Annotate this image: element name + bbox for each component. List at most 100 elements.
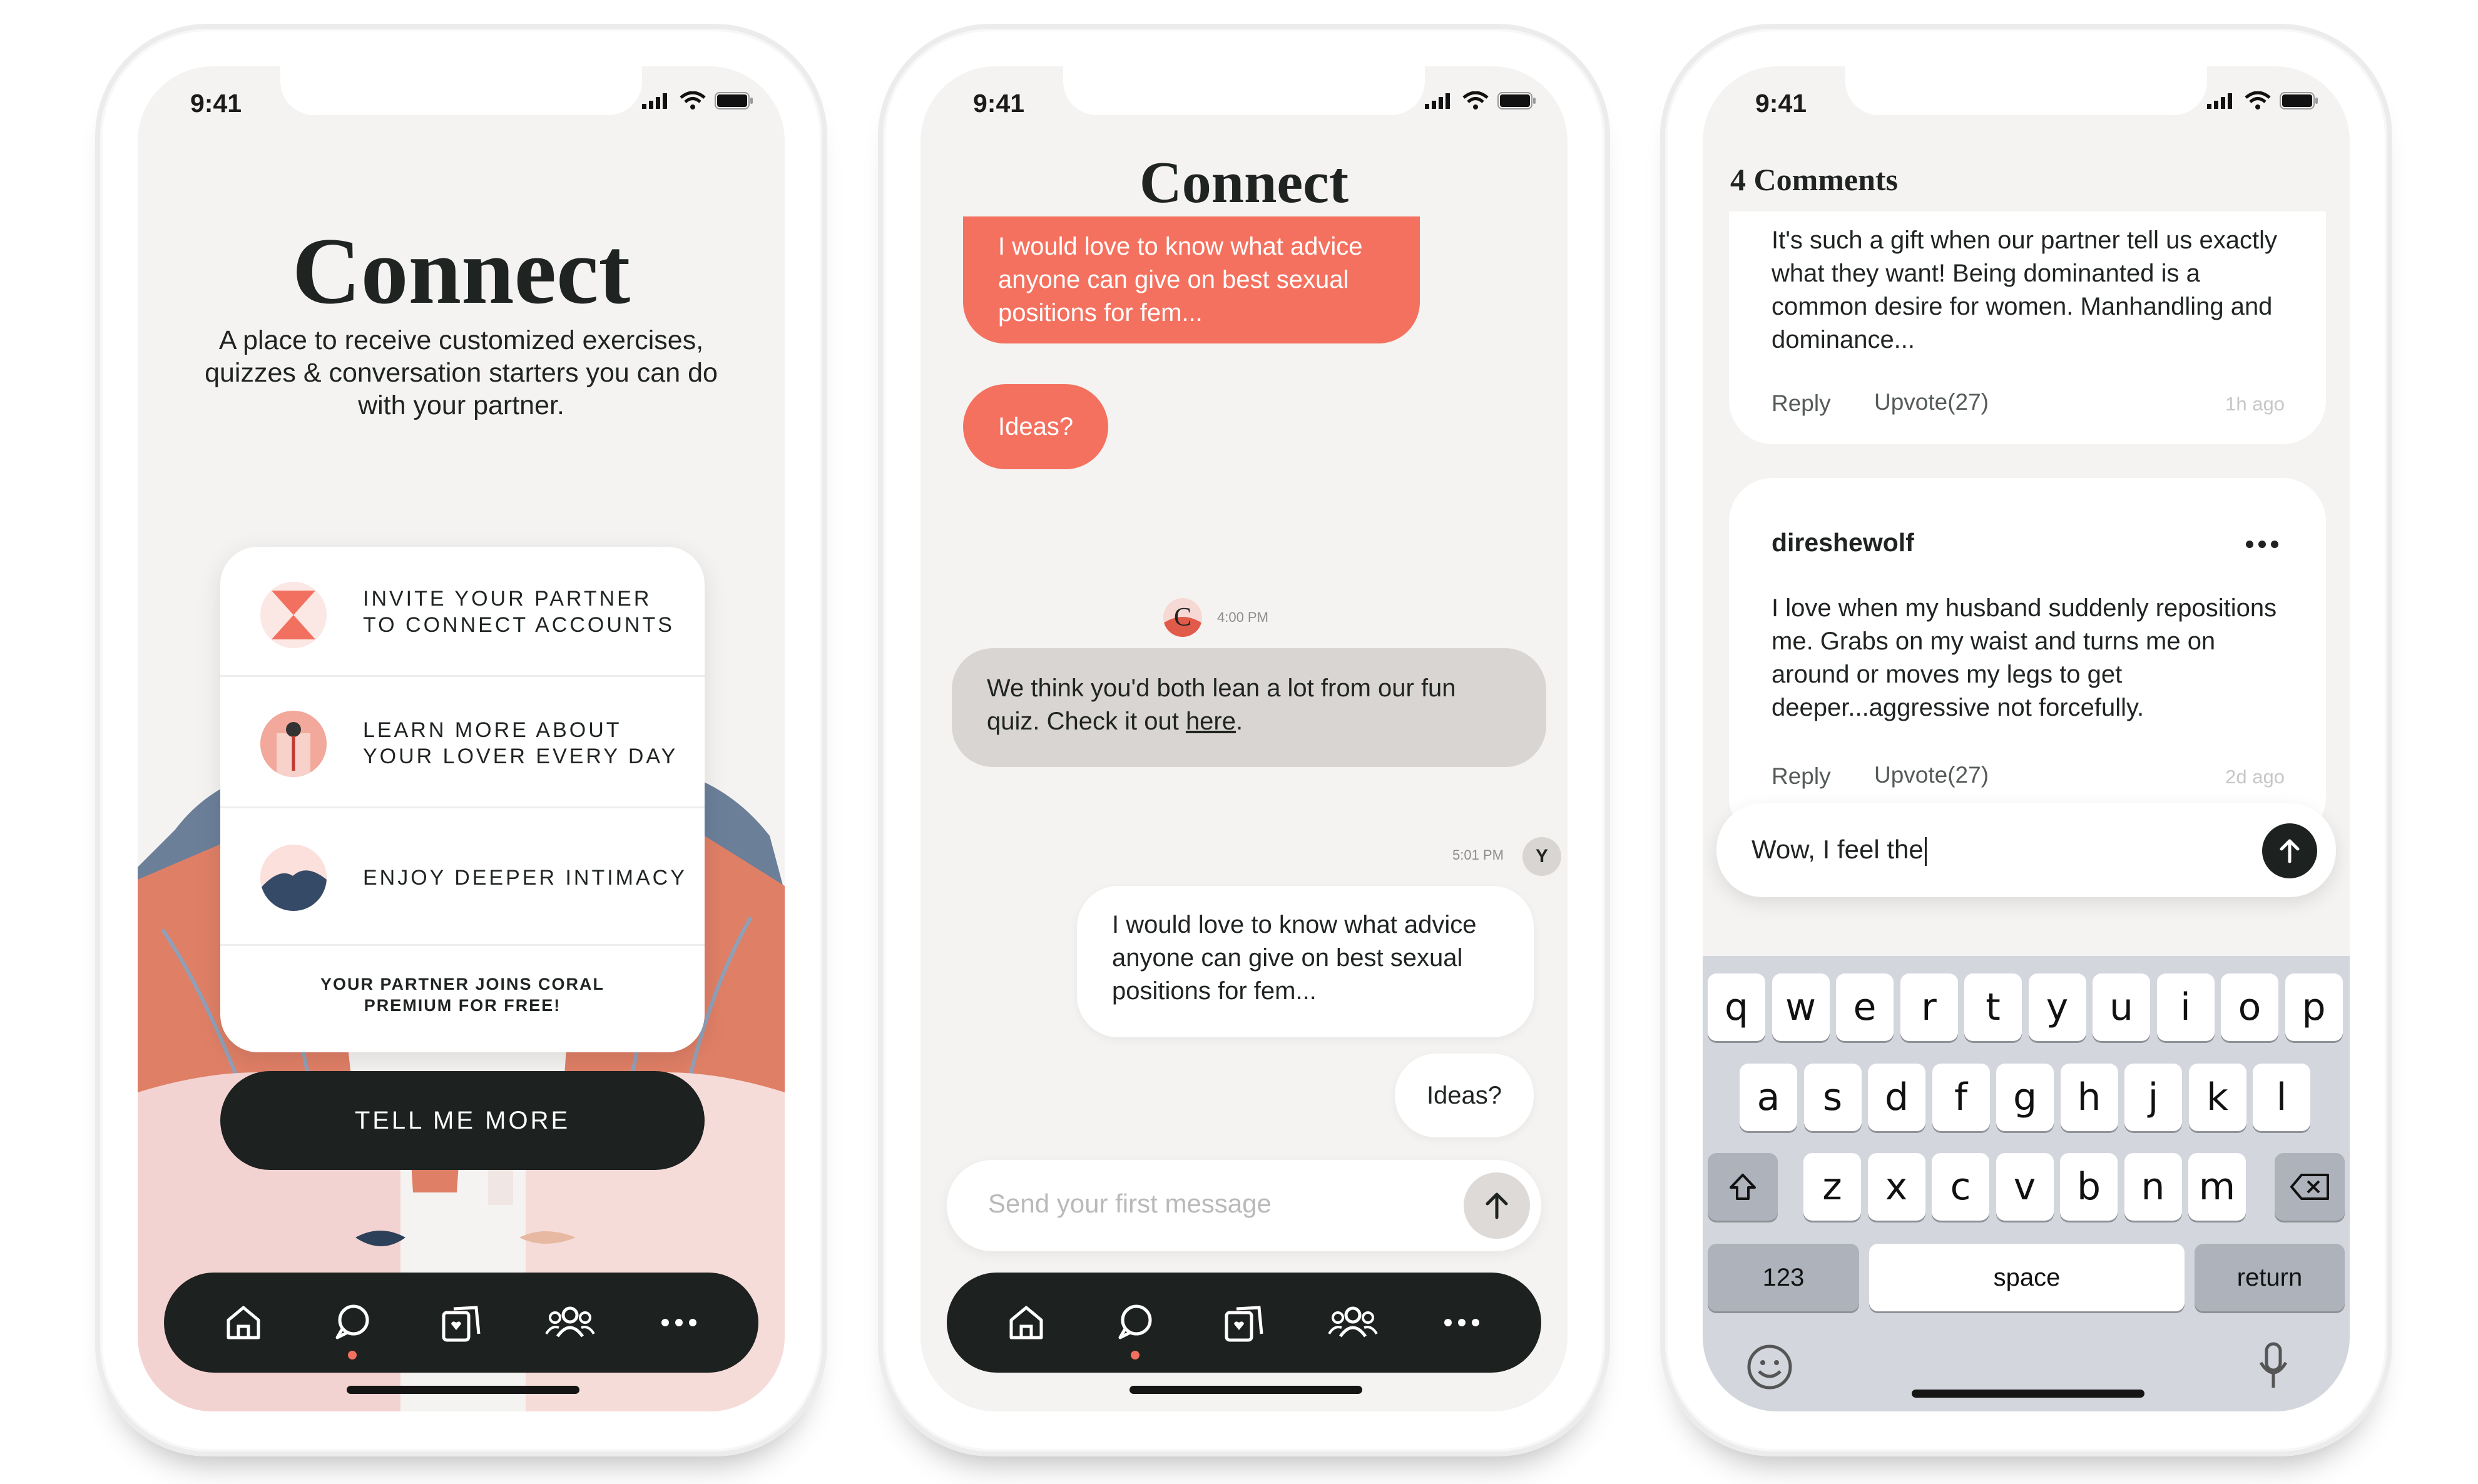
arrow-up-icon [2280,839,2300,863]
backspace-icon [2290,1174,2329,1200]
text-cursor [1924,836,1927,866]
home-indicator [1912,1390,2144,1398]
bot-timestamp: 4:00 PM [1217,609,1268,625]
hourglass-icon [260,582,327,648]
key-k[interactable]: k [2188,1064,2246,1131]
phone-frame-1: 9:41 Connect A place to receive customiz… [95,24,827,1456]
nav-community[interactable] [1325,1294,1381,1351]
nav-chat[interactable] [324,1294,380,1359]
shift-key[interactable] [1708,1153,1778,1221]
signal-icon [642,93,667,109]
comment-time: 2d ago [2225,766,2285,788]
tell-me-more-button[interactable]: TELL ME MORE [220,1071,705,1170]
screen-comments: 9:41 4 Comments It's such a gift when ou… [1703,66,2350,1411]
screen-onboarding: 9:41 Connect A place to receive customiz… [138,66,785,1411]
nav-cards[interactable] [433,1294,489,1351]
upvote-button[interactable]: Upvote(27) [1874,389,1989,415]
key-q[interactable]: q [1708,973,1765,1041]
figure-icon [260,711,327,777]
comment-time: 1h ago [2225,393,2285,415]
more-icon [661,1319,696,1326]
message-bubble-bot: We think you'd both lean a lot from our … [952,648,1546,767]
nav-more[interactable] [651,1294,707,1351]
status-icons [642,91,753,110]
reply-button[interactable]: Reply [1772,390,1831,417]
bot-message-period: . [1236,708,1243,735]
key-m[interactable]: m [2188,1153,2246,1221]
notch [280,66,642,115]
page-title: Connect [1139,150,1349,215]
key-w[interactable]: w [1772,973,1830,1041]
key-z[interactable]: z [1803,1153,1861,1221]
key-l[interactable]: l [2253,1064,2310,1131]
key-s[interactable]: s [1803,1064,1862,1131]
active-indicator [348,1351,357,1359]
key-p[interactable]: p [2285,973,2343,1041]
home-icon [1009,1306,1043,1339]
return-key[interactable]: return [2195,1244,2345,1311]
card-item-line2: TO CONNECT ACCOUNTS [363,613,675,637]
space-key[interactable]: space [1869,1244,2185,1311]
microphone-icon[interactable] [2256,1341,2291,1391]
home-icon [227,1306,260,1339]
status-time: 9:41 [1755,89,1807,118]
send-button[interactable] [1464,1172,1530,1239]
comment-input[interactable]: Wow, I feel the [1751,835,1927,866]
message-input-bar[interactable]: Send your first message [947,1160,1541,1251]
key-x[interactable]: x [1867,1153,1925,1221]
comments-header: 4 Comments [1730,161,1898,198]
battery-icon [715,92,753,109]
message-input[interactable]: Send your first message [988,1189,1272,1219]
nav-community[interactable] [542,1294,598,1351]
key-j[interactable]: j [2124,1064,2182,1131]
community-icon [1328,1306,1378,1338]
key-i[interactable]: i [2156,973,2215,1041]
more-options-icon[interactable] [2246,539,2278,549]
key-a[interactable]: a [1740,1064,1797,1131]
comment-input-bar[interactable]: Wow, I feel the [1716,803,2336,897]
delete-key[interactable] [2275,1153,2345,1221]
signal-icon [2207,93,2232,109]
key-n[interactable]: n [2124,1153,2182,1221]
card-item-line2: YOUR LOVER EVERY DAY [363,745,678,768]
nav-more[interactable] [1434,1294,1490,1351]
chat-icon [335,1304,369,1339]
key-o[interactable]: o [2221,973,2278,1041]
key-e[interactable]: e [1836,973,1894,1041]
card-item-line1: LEARN MORE ABOUT [363,718,622,742]
key-d[interactable]: d [1868,1064,1925,1131]
numbers-key[interactable]: 123 [1708,1244,1859,1311]
reply-timestamp: 5:01 PM [1452,847,1504,863]
key-g[interactable]: g [1996,1064,2054,1131]
upvote-button[interactable]: Upvote(27) [1874,762,1989,788]
comment-card: direshewolf I love when my husband sudde… [1729,478,2326,841]
svg-text:C: C [1174,603,1191,632]
avatar: Y [1522,837,1561,876]
send-button[interactable] [2262,823,2317,878]
nav-cards[interactable] [1216,1294,1272,1351]
status-icons [2207,91,2318,110]
key-h[interactable]: h [2060,1064,2118,1131]
key-r[interactable]: r [1900,973,1958,1041]
coral-avatar: C [1163,598,1202,637]
reply-button[interactable]: Reply [1772,763,1831,790]
message-bubble-reply: I would love to know what advice anyone … [1077,886,1534,1037]
key-b[interactable]: b [2060,1153,2118,1221]
key-t[interactable]: t [1964,973,2022,1041]
card-item-learn[interactable]: LEARN MORE ABOUT YOUR LOVER EVERY DAY [220,677,705,808]
key-y[interactable]: y [2028,973,2086,1041]
nav-home[interactable] [998,1294,1054,1351]
nav-home[interactable] [215,1294,272,1351]
card-item-line1: INVITE YOUR PARTNER [363,587,652,611]
key-f[interactable]: f [1932,1064,1990,1131]
key-u[interactable]: u [2093,973,2150,1041]
key-c[interactable]: c [1932,1153,1989,1221]
notch [1845,66,2207,115]
emoji-icon[interactable] [1746,1344,1793,1390]
card-item-invite[interactable]: INVITE YOUR PARTNER TO CONNECT ACCOUNTS [220,547,705,677]
quiz-link[interactable]: here [1186,708,1236,735]
nav-chat[interactable] [1107,1294,1163,1359]
key-v[interactable]: v [1996,1153,2054,1221]
comment-input-value: Wow, I feel the [1751,835,1924,864]
card-item-intimacy[interactable]: ENJOY DEEPER INTIMACY [220,808,705,946]
